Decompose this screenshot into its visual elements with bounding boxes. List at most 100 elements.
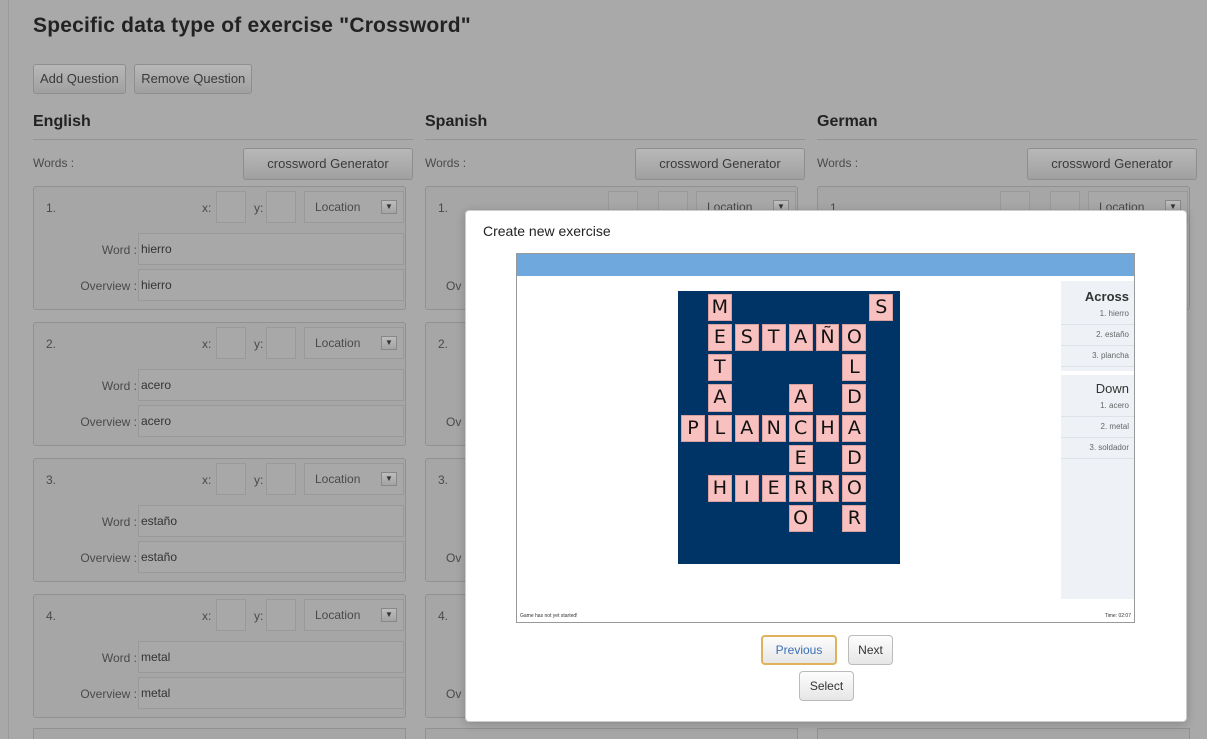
crossword-cell[interactable]: O <box>842 474 867 503</box>
x-input[interactable] <box>216 327 246 359</box>
crossword-cell[interactable]: C <box>788 414 813 442</box>
words-row: Words : crossword Generator <box>817 144 1197 186</box>
question-box: 3. x: y: Location ▼ Word : estaño Overvie… <box>33 458 406 582</box>
y-input[interactable] <box>266 191 296 223</box>
x-label: x: <box>202 473 212 487</box>
previous-button[interactable]: Previous <box>761 635 837 665</box>
crossword-cell[interactable]: E <box>761 474 786 503</box>
location-value: Location <box>315 472 361 486</box>
crossword-cell[interactable]: A <box>707 384 732 412</box>
chevron-down-icon: ▼ <box>381 608 397 622</box>
overview-label: Ov <box>446 551 462 565</box>
across-clue[interactable]: 1. hierro <box>1061 304 1134 325</box>
crossword-cell[interactable]: M <box>707 294 732 322</box>
x-input[interactable] <box>216 191 246 223</box>
question-number: 4. <box>46 609 57 623</box>
crossword-cell[interactable]: S <box>869 294 894 322</box>
crossword-cell[interactable]: O <box>842 324 867 352</box>
down-clue[interactable]: 2. metal <box>1061 417 1134 438</box>
crossword-cell[interactable]: D <box>842 384 867 412</box>
add-question-button[interactable]: Add Question <box>33 64 126 94</box>
across-clue[interactable]: 3. plancha <box>1061 346 1134 367</box>
down-heading: Down <box>1095 381 1129 396</box>
y-input[interactable] <box>266 599 296 631</box>
across-clue[interactable]: 2. estaño <box>1061 325 1134 346</box>
crossword-cell[interactable]: L <box>707 414 732 442</box>
crossword-generator-button[interactable]: crossword Generator <box>243 148 413 180</box>
crossword-cell[interactable]: E <box>707 324 732 352</box>
location-value: Location <box>315 336 361 350</box>
question-number: 2. <box>438 337 449 351</box>
next-button[interactable]: Next <box>848 635 893 665</box>
y-input[interactable] <box>266 463 296 495</box>
remove-question-button[interactable]: Remove Question <box>134 64 253 94</box>
overview-label: Overview : <box>80 551 137 565</box>
across-heading: Across <box>1084 289 1129 304</box>
x-label: x: <box>202 337 212 351</box>
select-button[interactable]: Select <box>799 671 854 701</box>
overview-input[interactable]: acero <box>138 405 404 437</box>
crossword-cell[interactable]: R <box>788 474 813 503</box>
page-title: Specific data type of exercise "Crosswor… <box>33 14 471 37</box>
overview-label: Ov <box>446 279 462 293</box>
word-label: Word : <box>101 379 137 393</box>
crossword-generator-button[interactable]: crossword Generator <box>1027 148 1197 180</box>
question-number: 1. <box>46 201 57 215</box>
overview-label: Overview : <box>80 687 137 701</box>
location-select[interactable]: Location ▼ <box>304 191 404 223</box>
question-box: 1. x: y: Location ▼ Word : hierro Overvie… <box>33 186 406 310</box>
crossword-cell[interactable]: R <box>842 505 867 533</box>
crossword-cell[interactable]: I <box>734 474 759 503</box>
crossword-cell[interactable]: A <box>842 414 867 442</box>
crossword-cell[interactable]: D <box>842 444 867 472</box>
location-select[interactable]: Location ▼ <box>304 463 404 495</box>
crossword-cell[interactable]: L <box>842 354 867 382</box>
word-input[interactable]: metal <box>138 641 404 673</box>
question-number: 1. <box>438 201 449 215</box>
crossword-cell[interactable]: H <box>815 414 840 442</box>
crossword-cell[interactable]: T <box>761 324 786 352</box>
crossword-cell[interactable]: R <box>815 474 840 503</box>
chevron-down-icon: ▼ <box>381 472 397 486</box>
question-box: 2. x: y: Location ▼ Word : acero Overview… <box>33 322 406 446</box>
location-value: Location <box>315 608 361 622</box>
crossword-cell[interactable]: P <box>681 414 705 442</box>
location-select[interactable]: Location ▼ <box>304 599 404 631</box>
word-input[interactable]: estaño <box>138 505 404 537</box>
y-input[interactable] <box>266 327 296 359</box>
words-label: Words : <box>33 156 75 170</box>
crossword-cell[interactable]: E <box>788 444 813 472</box>
down-clue[interactable]: 3. soldador <box>1061 438 1134 459</box>
y-label: y: <box>254 337 264 351</box>
crossword-cell[interactable]: Ñ <box>815 324 840 352</box>
column-title: English <box>33 110 413 140</box>
column-english: English Words : crossword Generator 1. x… <box>33 110 413 730</box>
crossword-cell[interactable]: T <box>707 354 732 382</box>
overview-input[interactable]: metal <box>138 677 404 709</box>
chevron-down-icon: ▼ <box>381 200 397 214</box>
clue-divider <box>1061 371 1134 375</box>
word-input[interactable]: acero <box>138 369 404 401</box>
x-input[interactable] <box>216 599 246 631</box>
crossword-cell[interactable]: A <box>734 414 759 442</box>
crossword-cell[interactable]: S <box>734 324 759 352</box>
overview-input[interactable]: hierro <box>138 269 404 301</box>
location-select[interactable]: Location ▼ <box>304 327 404 359</box>
down-clue[interactable]: 1. acero <box>1061 396 1134 417</box>
x-input[interactable] <box>216 463 246 495</box>
crossword-cell[interactable]: H <box>707 474 732 503</box>
crossword-generator-button[interactable]: crossword Generator <box>635 148 805 180</box>
crossword-cell[interactable]: A <box>788 324 813 352</box>
crossword-cell[interactable]: A <box>788 384 813 412</box>
question-number: 3. <box>46 473 57 487</box>
location-value: Location <box>315 200 361 214</box>
word-input[interactable]: hierro <box>138 233 404 265</box>
crossword-cell[interactable]: N <box>761 414 786 442</box>
clues-panel: Across 1. hierro 2. estaño 3. plancha Do… <box>1061 281 1134 599</box>
crossword-cell[interactable]: O <box>788 505 813 533</box>
create-exercise-modal: Create new exercise MSESTAÑOTLAADPLANCHA… <box>465 210 1187 722</box>
question-box: 4. x: y: Location ▼ Word : metal Overview… <box>33 594 406 718</box>
word-label: Word : <box>101 243 137 257</box>
overview-input[interactable]: estaño <box>138 541 404 573</box>
words-row: Words : crossword Generator <box>425 144 805 186</box>
